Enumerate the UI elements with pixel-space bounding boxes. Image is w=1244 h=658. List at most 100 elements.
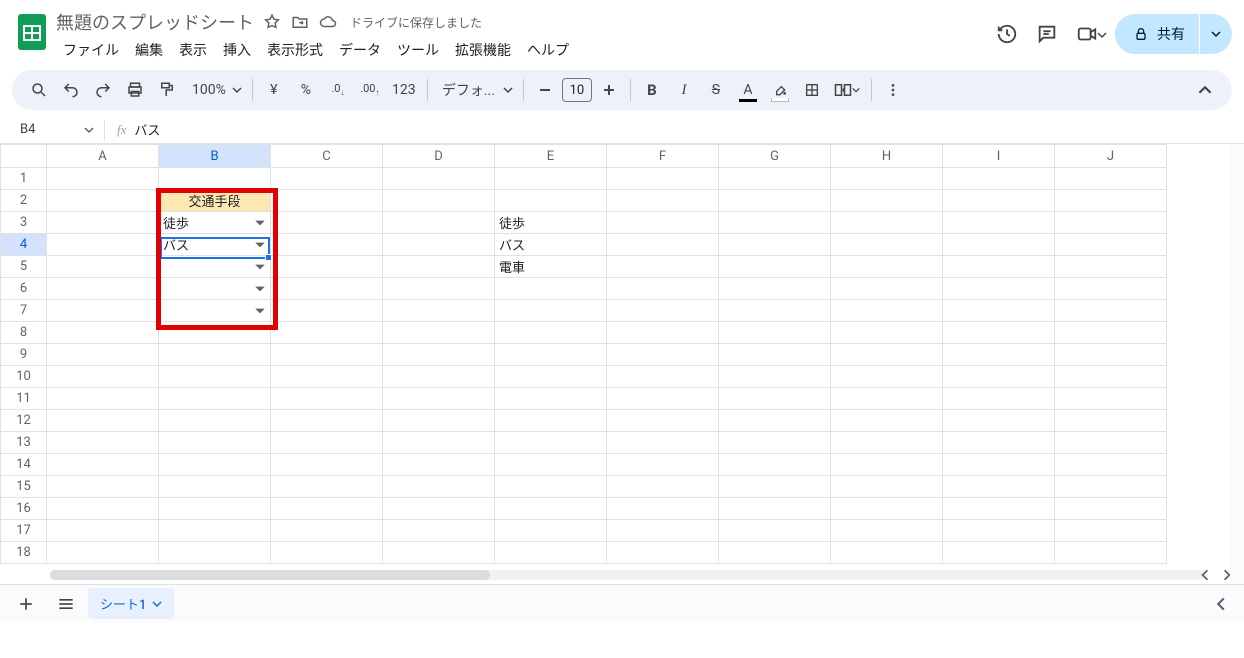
percent-button[interactable]: % bbox=[291, 75, 321, 105]
row-header-7[interactable]: 7 bbox=[1, 300, 47, 322]
dropdown-arrow-icon[interactable] bbox=[254, 261, 266, 273]
row-header-2[interactable]: 2 bbox=[1, 190, 47, 212]
strikethrough-button[interactable]: S bbox=[701, 75, 731, 105]
more-icon[interactable] bbox=[878, 75, 908, 105]
dropdown-arrow-icon[interactable] bbox=[254, 305, 266, 317]
collapse-toolbar-icon[interactable] bbox=[1190, 75, 1220, 105]
col-header-A[interactable]: A bbox=[47, 145, 159, 168]
number-format-button[interactable]: 123 bbox=[387, 75, 421, 105]
cell-E3[interactable]: 徒歩 bbox=[495, 212, 607, 234]
row-header-4[interactable]: 4 bbox=[1, 234, 47, 256]
row-header-13[interactable]: 13 bbox=[1, 432, 47, 454]
italic-button[interactable]: I bbox=[669, 75, 699, 105]
cell-B7[interactable] bbox=[159, 300, 271, 322]
cell-E4[interactable]: バス bbox=[495, 234, 607, 256]
col-header-D[interactable]: D bbox=[383, 145, 495, 168]
text-color-button[interactable]: A bbox=[733, 75, 763, 105]
menu-tools[interactable]: ツール bbox=[390, 36, 446, 64]
decrease-decimals-button[interactable]: .0↓ bbox=[323, 75, 353, 105]
meet-icon[interactable] bbox=[1075, 22, 1099, 46]
cell-E5[interactable]: 電車 bbox=[495, 256, 607, 278]
fontsize-input[interactable]: 10 bbox=[562, 78, 592, 102]
cell-B4[interactable]: バス bbox=[159, 234, 271, 256]
chevron-down-icon bbox=[232, 85, 242, 95]
menu-file[interactable]: ファイル bbox=[56, 36, 126, 64]
borders-button[interactable] bbox=[797, 75, 827, 105]
row-header-10[interactable]: 10 bbox=[1, 366, 47, 388]
row-header-3[interactable]: 3 bbox=[1, 212, 47, 234]
add-sheet-button[interactable] bbox=[8, 589, 44, 619]
cloud-saved-icon[interactable] bbox=[318, 12, 338, 32]
increase-fontsize-button[interactable] bbox=[594, 75, 624, 105]
horizontal-scrollbar[interactable] bbox=[50, 570, 1204, 580]
row-header-5[interactable]: 5 bbox=[1, 256, 47, 278]
menu-format[interactable]: 表示形式 bbox=[260, 36, 330, 64]
vertical-scrollbar[interactable] bbox=[1230, 144, 1244, 584]
spreadsheet-grid[interactable]: A B C D E F G H I J 1 2交通手段 3徒歩徒歩 4バスバス … bbox=[0, 144, 1167, 564]
row-header-11[interactable]: 11 bbox=[1, 388, 47, 410]
col-header-H[interactable]: H bbox=[831, 145, 943, 168]
lock-icon bbox=[1133, 26, 1149, 42]
col-header-J[interactable]: J bbox=[1055, 145, 1167, 168]
row-header-1[interactable]: 1 bbox=[1, 168, 47, 190]
row-header-17[interactable]: 17 bbox=[1, 520, 47, 542]
fill-color-button[interactable] bbox=[765, 75, 795, 105]
row-header-14[interactable]: 14 bbox=[1, 454, 47, 476]
menu-help[interactable]: ヘルプ bbox=[520, 36, 576, 64]
scroll-left-icon[interactable] bbox=[1196, 566, 1214, 584]
share-dropdown[interactable] bbox=[1200, 14, 1232, 54]
share-button[interactable]: 共有 bbox=[1115, 14, 1199, 54]
dropdown-arrow-icon[interactable] bbox=[254, 239, 266, 251]
row-header-12[interactable]: 12 bbox=[1, 410, 47, 432]
font-select[interactable]: デフォ... bbox=[434, 80, 517, 100]
increase-decimals-button[interactable]: .00↑ bbox=[355, 75, 385, 105]
col-header-G[interactable]: G bbox=[719, 145, 831, 168]
redo-icon[interactable] bbox=[88, 75, 118, 105]
doc-title[interactable]: 無題のスプレッドシート bbox=[56, 9, 254, 35]
toolbar: 100% ¥ % .0↓ .00↑ 123 デフォ... 10 B I S A bbox=[12, 70, 1232, 110]
col-header-I[interactable]: I bbox=[943, 145, 1055, 168]
share-label: 共有 bbox=[1157, 24, 1185, 44]
cell-B2[interactable]: 交通手段 bbox=[159, 190, 271, 212]
row-header-15[interactable]: 15 bbox=[1, 476, 47, 498]
row-header-9[interactable]: 9 bbox=[1, 344, 47, 366]
zoom-select[interactable]: 100% bbox=[184, 82, 246, 98]
dropdown-arrow-icon[interactable] bbox=[254, 283, 266, 295]
menu-data[interactable]: データ bbox=[332, 36, 388, 64]
row-header-16[interactable]: 16 bbox=[1, 498, 47, 520]
all-sheets-button[interactable] bbox=[48, 589, 84, 619]
select-all-corner[interactable] bbox=[1, 145, 47, 168]
dropdown-arrow-icon[interactable] bbox=[254, 217, 266, 229]
col-header-F[interactable]: F bbox=[607, 145, 719, 168]
star-icon[interactable] bbox=[262, 12, 282, 32]
row-header-18[interactable]: 18 bbox=[1, 542, 47, 564]
undo-icon[interactable] bbox=[56, 75, 86, 105]
row-header-6[interactable]: 6 bbox=[1, 278, 47, 300]
search-icon[interactable] bbox=[24, 75, 54, 105]
cell-B5[interactable] bbox=[159, 256, 271, 278]
sheet-tab-1[interactable]: シート1 bbox=[88, 588, 174, 619]
explore-collapse-icon[interactable] bbox=[1206, 589, 1236, 619]
merge-cells-button[interactable] bbox=[829, 75, 865, 105]
menu-edit[interactable]: 編集 bbox=[128, 36, 170, 64]
cell-B3[interactable]: 徒歩 bbox=[159, 212, 271, 234]
bold-button[interactable]: B bbox=[637, 75, 667, 105]
menu-extensions[interactable]: 拡張機能 bbox=[448, 36, 518, 64]
currency-button[interactable]: ¥ bbox=[259, 75, 289, 105]
name-box[interactable]: B4 bbox=[10, 122, 100, 137]
menu-view[interactable]: 表示 bbox=[172, 36, 214, 64]
col-header-C[interactable]: C bbox=[271, 145, 383, 168]
print-icon[interactable] bbox=[120, 75, 150, 105]
comments-icon[interactable] bbox=[1035, 22, 1059, 46]
sheets-logo[interactable] bbox=[12, 8, 52, 56]
cell-B6[interactable] bbox=[159, 278, 271, 300]
move-folder-icon[interactable] bbox=[290, 12, 310, 32]
history-icon[interactable] bbox=[995, 22, 1019, 46]
row-header-8[interactable]: 8 bbox=[1, 322, 47, 344]
paint-format-icon[interactable] bbox=[152, 75, 182, 105]
col-header-E[interactable]: E bbox=[495, 145, 607, 168]
col-header-B[interactable]: B bbox=[159, 145, 271, 168]
menu-insert[interactable]: 挿入 bbox=[216, 36, 258, 64]
formula-bar[interactable]: バス bbox=[134, 120, 160, 139]
decrease-fontsize-button[interactable] bbox=[530, 75, 560, 105]
